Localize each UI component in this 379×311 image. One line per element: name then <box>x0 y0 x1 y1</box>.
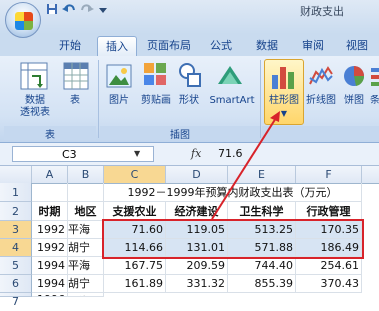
office-button[interactable] <box>5 2 41 38</box>
office-logo-icon <box>15 12 33 30</box>
annotation-arrow <box>211 111 280 220</box>
